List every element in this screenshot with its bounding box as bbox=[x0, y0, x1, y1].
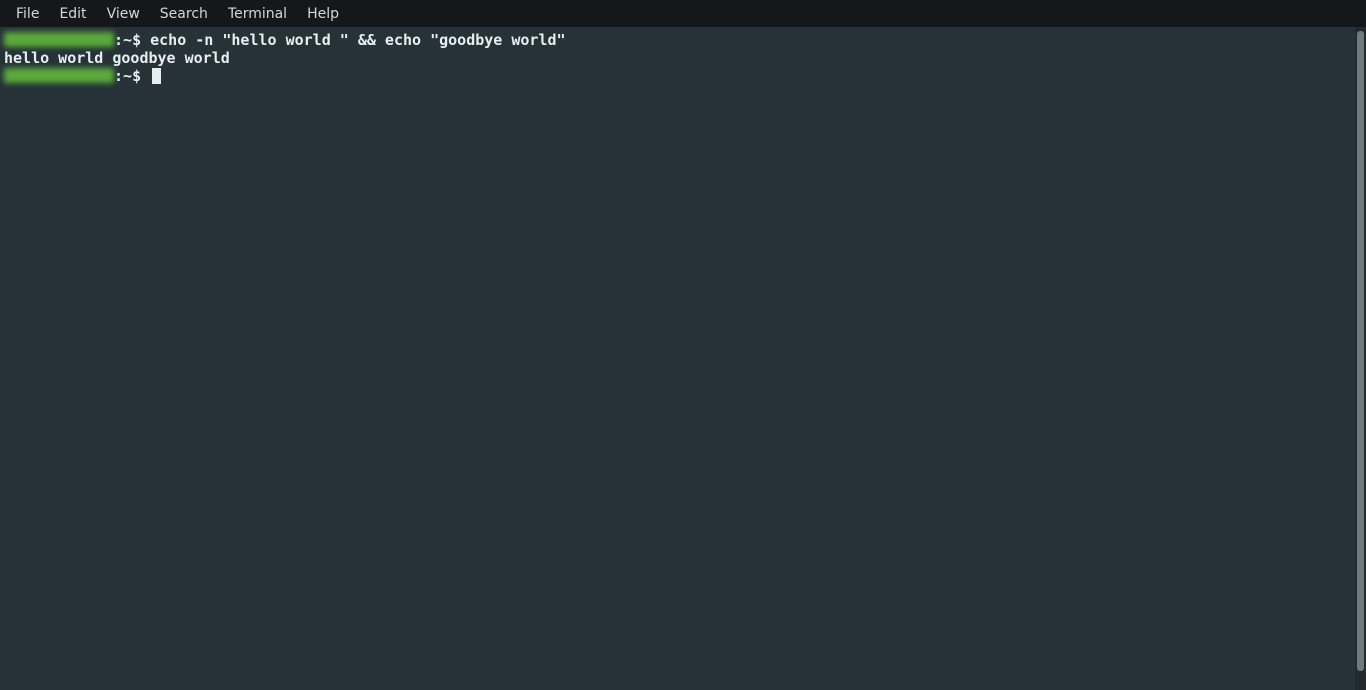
terminal-line: hello world goodbye world bbox=[4, 49, 1349, 67]
command-text: echo -n "hello world " && echo "goodbye … bbox=[150, 31, 565, 49]
prompt-dollar: $ bbox=[132, 31, 141, 49]
user-host-redacted bbox=[4, 68, 114, 83]
menu-view[interactable]: View bbox=[97, 3, 150, 25]
command-output: hello world goodbye world bbox=[4, 49, 230, 67]
menu-file[interactable]: File bbox=[6, 3, 49, 25]
prompt-separator: : bbox=[114, 67, 123, 85]
user-host-redacted bbox=[4, 32, 114, 47]
scrollbar[interactable] bbox=[1355, 27, 1366, 690]
menu-edit[interactable]: Edit bbox=[49, 3, 96, 25]
menubar: File Edit View Search Terminal Help bbox=[0, 0, 1366, 27]
menu-search[interactable]: Search bbox=[150, 3, 218, 25]
text-cursor bbox=[152, 68, 161, 84]
prompt-dollar: $ bbox=[132, 67, 141, 85]
terminal-line: :~$ bbox=[4, 67, 1349, 85]
terminal-area[interactable]: :~$ echo -n "hello world " && echo "good… bbox=[0, 27, 1355, 690]
menu-terminal[interactable]: Terminal bbox=[218, 3, 297, 25]
terminal-line: :~$ echo -n "hello world " && echo "good… bbox=[4, 31, 1349, 49]
menu-help[interactable]: Help bbox=[297, 3, 349, 25]
prompt-separator: : bbox=[114, 31, 123, 49]
terminal-window: :~$ echo -n "hello world " && echo "good… bbox=[0, 27, 1366, 690]
scrollbar-thumb[interactable] bbox=[1357, 31, 1364, 671]
prompt-path: ~ bbox=[123, 67, 132, 85]
prompt-path: ~ bbox=[123, 31, 132, 49]
